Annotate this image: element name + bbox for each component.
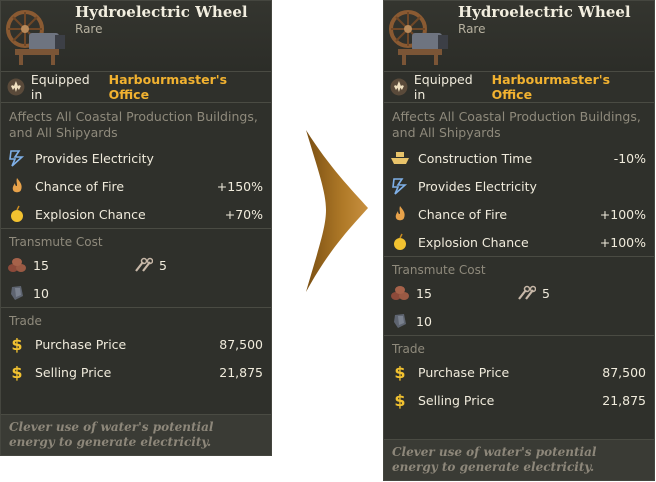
- trade-title: Trade: [392, 342, 425, 356]
- effects-list: Construction Time -10% Provides Electric…: [384, 144, 654, 256]
- trade-value: 21,875: [602, 392, 646, 408]
- metal-plate-icon: [11, 286, 23, 300]
- effect-label: Construction Time: [418, 150, 533, 166]
- effect-row: Provides Electricity: [1, 144, 271, 172]
- item-rarity: Rare: [75, 22, 103, 36]
- effect-value: +100%: [599, 206, 646, 222]
- water-wheel-icon: [389, 10, 448, 65]
- dollar-icon: $: [394, 390, 406, 410]
- effect-row: Explosion Chance +70%: [1, 200, 271, 228]
- fire-icon: [12, 178, 22, 193]
- trade-label: Selling Price: [418, 392, 495, 408]
- trade-row: $ Purchase Price 87,500: [1, 330, 271, 358]
- effect-row: Explosion Chance +100%: [384, 228, 654, 256]
- transmute-section: Transmute Cost 15 5 10: [384, 256, 654, 335]
- effect-value: +100%: [599, 234, 646, 250]
- fire-icon: [395, 206, 405, 221]
- transmute-cost-item: 15: [390, 279, 516, 307]
- lightning-icon: [392, 178, 408, 195]
- effect-label: Chance of Fire: [35, 178, 125, 194]
- item-title: Hydroelectric Wheel: [458, 3, 631, 21]
- effect-row: Chance of Fire +150%: [1, 172, 271, 200]
- transmute-cost-item: 5: [516, 279, 642, 307]
- equipped-in-row: Equipped in Harbourmaster's Office: [384, 72, 654, 103]
- bomb-icon: [394, 233, 406, 250]
- trade-section: Trade $ Purchase Price 87,500 $ Selling …: [1, 307, 271, 386]
- ship-icon: [391, 152, 409, 164]
- dollar-icon: $: [11, 362, 23, 382]
- equipped-location: Harbourmaster's Office: [108, 72, 228, 102]
- trade-value: 21,875: [219, 364, 263, 380]
- trade-title: Trade: [9, 314, 42, 328]
- trade-row: $ Selling Price 21,875: [1, 358, 271, 386]
- tooltip-header: Hydroelectric Wheel Rare: [1, 1, 271, 72]
- item-tooltip-before: Hydroelectric Wheel Rare Equipped in Har…: [0, 0, 272, 456]
- trade-label: Selling Price: [35, 364, 112, 380]
- equipped-in-row: Equipped in Harbourmaster's Office: [1, 72, 271, 103]
- dollar-icon: $: [394, 362, 406, 382]
- bomb-icon: [11, 205, 23, 222]
- effect-value: +150%: [216, 178, 263, 194]
- tooltip-header: Hydroelectric Wheel Rare: [384, 1, 654, 72]
- flavor-text: Clever use of water's potential energy t…: [1, 414, 271, 455]
- equipped-label: Equipped in: [30, 72, 90, 102]
- transmute-title: Transmute Cost: [9, 235, 103, 249]
- effect-label: Chance of Fire: [418, 206, 508, 222]
- trade-value: 87,500: [602, 364, 646, 380]
- transmute-cost-item: 15: [7, 251, 133, 279]
- equipped-label: Equipped in: [413, 72, 473, 102]
- effect-label: Provides Electricity: [35, 150, 154, 166]
- wood-pile-icon: [391, 286, 409, 300]
- transmute-cost-value: 5: [159, 257, 167, 273]
- lightning-icon: [9, 150, 25, 167]
- effects-list: Provides Electricity Chance of Fire +150…: [1, 144, 271, 228]
- effect-label: Explosion Chance: [418, 234, 529, 250]
- effect-row: Construction Time -10%: [384, 144, 654, 172]
- effect-label: Explosion Chance: [35, 206, 146, 222]
- wood-pile-icon: [8, 258, 26, 272]
- affects-text: Affects All Coastal Production Buildings…: [392, 109, 641, 140]
- wrench-tools-icon: [518, 285, 536, 300]
- trade-label: Purchase Price: [35, 336, 127, 352]
- trade-label: Purchase Price: [418, 364, 510, 380]
- transmute-cost-value: 10: [416, 313, 432, 329]
- effect-value: +70%: [224, 206, 263, 222]
- item-tooltip-after: Hydroelectric Wheel Rare Equipped in Har…: [383, 0, 655, 481]
- metal-plate-icon: [394, 314, 406, 328]
- water-wheel-icon: [6, 10, 65, 65]
- transmute-cost-item: 5: [133, 251, 259, 279]
- transmute-cost-value: 15: [33, 257, 49, 273]
- wrench-tools-icon: [135, 257, 153, 272]
- equipped-location: Harbourmaster's Office: [491, 72, 611, 102]
- trade-row: $ Selling Price 21,875: [384, 386, 654, 414]
- fleur-de-lis-icon: [390, 78, 408, 96]
- effect-value: -10%: [613, 150, 646, 166]
- affects-text: Affects All Coastal Production Buildings…: [9, 109, 258, 140]
- dollar-icon: $: [11, 334, 23, 354]
- arrow-right-icon: [306, 130, 368, 292]
- transmute-cost-item: 10: [390, 307, 516, 335]
- transmute-cost-value: 10: [33, 285, 49, 301]
- transmute-section: Transmute Cost 15 5 10: [1, 228, 271, 307]
- effect-row: Provides Electricity: [384, 172, 654, 200]
- trade-row: $ Purchase Price 87,500: [384, 358, 654, 386]
- transmute-cost-item: 10: [7, 279, 133, 307]
- fleur-de-lis-icon: [7, 78, 25, 96]
- item-title: Hydroelectric Wheel: [75, 3, 248, 21]
- trade-value: 87,500: [219, 336, 263, 352]
- trade-section: Trade $ Purchase Price 87,500 $ Selling …: [384, 335, 654, 414]
- item-rarity: Rare: [458, 22, 486, 36]
- effect-row: Chance of Fire +100%: [384, 200, 654, 228]
- flavor-text: Clever use of water's potential energy t…: [384, 439, 654, 480]
- effect-label: Provides Electricity: [418, 178, 537, 194]
- transmute-title: Transmute Cost: [392, 263, 486, 277]
- transmute-cost-value: 15: [416, 285, 432, 301]
- transmute-cost-value: 5: [542, 285, 550, 301]
